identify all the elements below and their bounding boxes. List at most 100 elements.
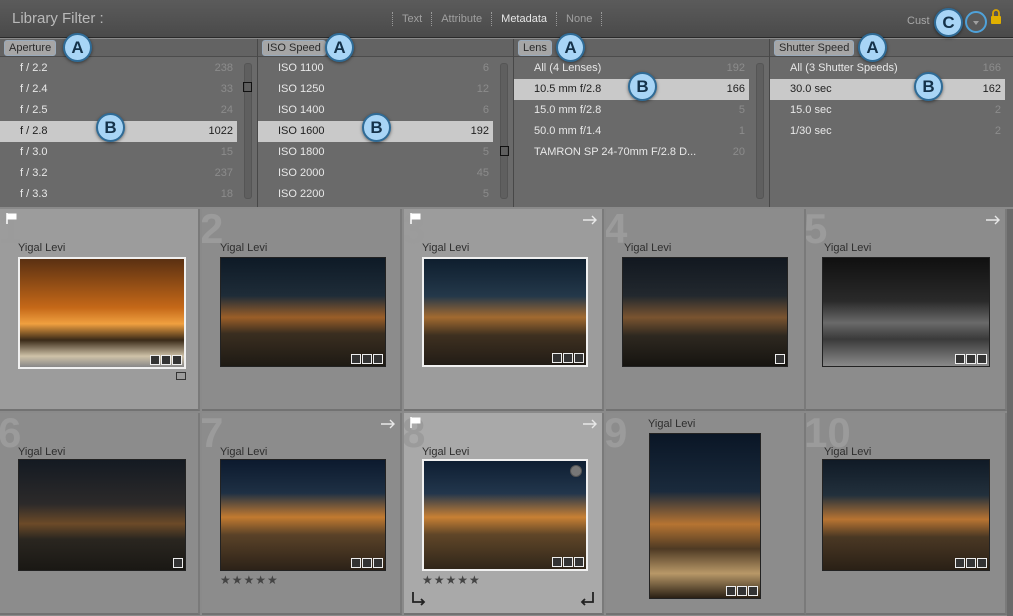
library-filter-bar: Library Filter : Text Attribute Metadata… <box>0 0 1013 38</box>
grid-cell[interactable]: 5 Yigal Levi <box>806 209 1007 411</box>
row-label: ISO 2000 <box>278 167 325 179</box>
list-item-selected[interactable]: 30.0 sec 162 <box>770 79 1005 100</box>
develop-badge-icon[interactable] <box>977 558 987 568</box>
thumbnail-image[interactable] <box>649 433 761 599</box>
keyword-badge-icon[interactable] <box>351 558 361 568</box>
list-item[interactable]: 15.0 mm f/2.8 5 <box>514 100 749 121</box>
keyword-badge-icon[interactable] <box>150 355 160 365</box>
crop-badge-icon[interactable] <box>966 354 976 364</box>
column-scrollbar[interactable] <box>500 63 508 199</box>
thumbnail-image[interactable] <box>18 257 186 369</box>
row-label: ISO 2200 <box>278 188 325 200</box>
thumbnail-image[interactable] <box>18 459 186 571</box>
list-item[interactable]: 15.0 sec 2 <box>770 100 1005 121</box>
column-header[interactable]: Aperture <box>0 39 257 57</box>
crop-badge-icon[interactable] <box>966 558 976 568</box>
grid-cell[interactable]: 1 Yigal Levi <box>0 209 200 411</box>
grid-cell[interactable]: 6 Yigal Levi <box>0 413 200 615</box>
list-item[interactable]: f / 3.3 18 <box>0 184 237 205</box>
column-header[interactable]: Lens <box>514 39 769 57</box>
column-header-label[interactable]: Shutter Speed <box>774 40 855 56</box>
stack-right-icon[interactable] <box>578 591 596 607</box>
list-item[interactable]: ISO 1800 5 <box>258 142 493 163</box>
crop-badge-icon[interactable] <box>563 353 573 363</box>
develop-badge-icon[interactable] <box>373 558 383 568</box>
row-count: 237 <box>214 167 233 179</box>
metadata-badge-icon <box>176 372 186 380</box>
tab-none[interactable]: None <box>556 12 603 26</box>
flag-icon[interactable] <box>410 213 422 224</box>
flag-icon[interactable] <box>410 417 422 428</box>
list-item[interactable]: ISO 1250 12 <box>258 79 493 100</box>
tab-attribute[interactable]: Attribute <box>431 12 491 26</box>
flag-icon[interactable] <box>6 213 18 224</box>
row-label: f / 2.5 <box>20 104 48 116</box>
thumbnail-image[interactable] <box>622 257 788 367</box>
tab-metadata[interactable]: Metadata <box>491 12 556 26</box>
thumbnail-image[interactable] <box>422 257 588 367</box>
stack-left-icon[interactable] <box>410 591 428 607</box>
thumbnail-image[interactable] <box>822 459 990 571</box>
star-rating[interactable]: ★★★★★ <box>422 573 481 587</box>
list-item[interactable]: f / 3.2 237 <box>0 163 237 184</box>
list-item[interactable]: ISO 2000 45 <box>258 163 493 184</box>
grid-cell[interactable]: 9 Yigal Levi <box>606 413 806 615</box>
keyword-badge-icon[interactable] <box>173 558 183 568</box>
grid-cell[interactable]: 4 Yigal Levi <box>606 209 806 411</box>
list-item[interactable]: 50.0 mm f/1.4 1 <box>514 121 749 142</box>
list-item[interactable]: f / 3.0 15 <box>0 142 237 163</box>
column-header[interactable]: ISO Speed <box>258 39 513 57</box>
list-item[interactable]: f / 2.4 33 <box>0 79 237 100</box>
list-item[interactable]: 1/30 sec 2 <box>770 121 1005 142</box>
list-item[interactable]: f / 2.2 238 <box>0 58 237 79</box>
develop-badge-icon[interactable] <box>748 586 758 596</box>
row-count: 24 <box>220 104 233 116</box>
thumbnail-image[interactable] <box>220 257 386 367</box>
keyword-badge-icon[interactable] <box>955 354 965 364</box>
column-header-label[interactable]: ISO Speed <box>262 40 326 56</box>
column-header-label[interactable]: Lens <box>518 40 552 56</box>
crop-badge-icon[interactable] <box>161 355 171 365</box>
keyword-badge-icon[interactable] <box>726 586 736 596</box>
row-label: 30.0 sec <box>790 83 832 95</box>
row-label: f / 2.2 <box>20 62 48 74</box>
grid-cell[interactable]: 3 Yigal Levi <box>404 209 604 411</box>
column-rows: All (3 Shutter Speeds) 166 30.0 sec 162 15… <box>770 58 1005 142</box>
grid-cell[interactable]: 2 Yigal Levi <box>202 209 402 411</box>
keyword-badge-icon[interactable] <box>552 353 562 363</box>
grid-scrollbar[interactable] <box>1007 209 1013 616</box>
column-header[interactable]: Shutter Speed <box>770 39 1013 57</box>
keyword-badge-icon[interactable] <box>775 354 785 364</box>
thumbnail-image[interactable] <box>422 459 588 571</box>
crop-badge-icon[interactable] <box>362 558 372 568</box>
list-item[interactable]: ISO 2200 5 <box>258 184 493 205</box>
grid-cell[interactable]: 10 Yigal Levi <box>806 413 1007 615</box>
keyword-badge-icon[interactable] <box>351 354 361 364</box>
list-item[interactable]: ISO 1100 6 <box>258 58 493 79</box>
column-scrollbar[interactable] <box>756 63 764 199</box>
crop-badge-icon[interactable] <box>737 586 747 596</box>
develop-badge-icon[interactable] <box>172 355 182 365</box>
grid-cell[interactable]: 8 Yigal Levi ★★★★★ <box>404 413 604 615</box>
develop-badge-icon[interactable] <box>977 354 987 364</box>
keyword-badge-icon[interactable] <box>552 557 562 567</box>
target-collection-icon[interactable] <box>570 465 582 477</box>
grid-cell[interactable]: 7 Yigal Levi ★★★★★ <box>202 413 402 615</box>
develop-badge-icon[interactable] <box>574 557 584 567</box>
list-item[interactable]: All (3 Shutter Speeds) 166 <box>770 58 1005 79</box>
list-item[interactable]: TAMRON SP 24-70mm F/2.8 D... 20 <box>514 142 749 163</box>
thumbnail-image[interactable] <box>220 459 386 571</box>
column-header-label[interactable]: Aperture <box>4 40 57 56</box>
crop-badge-icon[interactable] <box>563 557 573 567</box>
star-rating[interactable]: ★★★★★ <box>220 573 279 587</box>
develop-badge-icon[interactable] <box>373 354 383 364</box>
lock-icon[interactable] <box>990 9 1002 25</box>
row-count: 15 <box>220 146 233 158</box>
thumbnail-image[interactable] <box>822 257 990 367</box>
develop-badge-icon[interactable] <box>574 353 584 363</box>
tab-text[interactable]: Text <box>392 12 431 26</box>
preset-dropdown[interactable] <box>965 11 987 33</box>
keyword-badge-icon[interactable] <box>955 558 965 568</box>
crop-badge-icon[interactable] <box>362 354 372 364</box>
row-label: TAMRON SP 24-70mm F/2.8 D... <box>534 146 697 158</box>
